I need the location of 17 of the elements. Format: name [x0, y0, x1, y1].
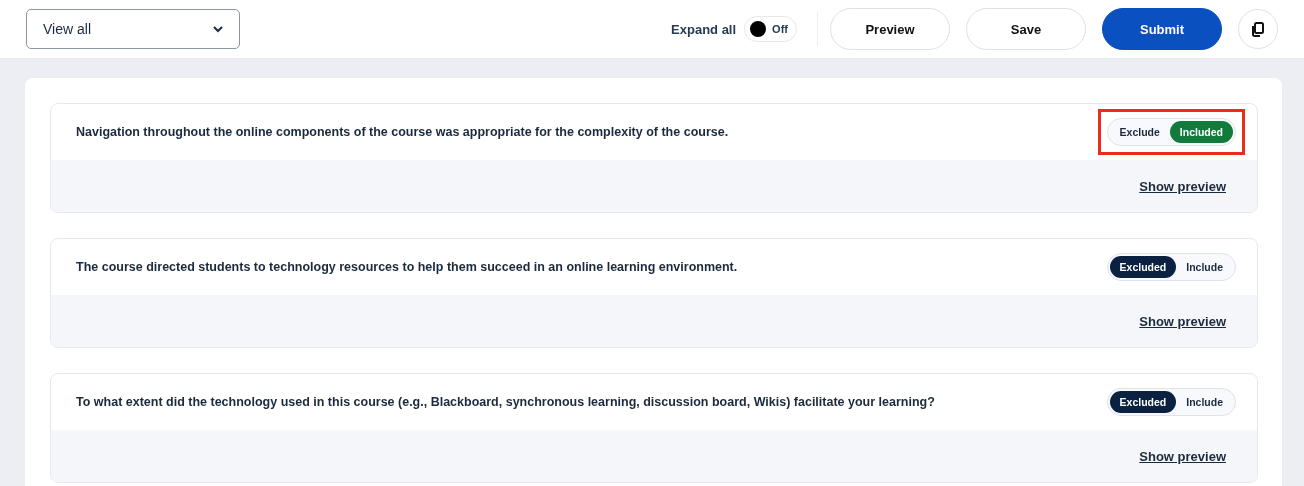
show-preview-link[interactable]: Show preview — [1139, 448, 1226, 464]
question-text: To what extent did the technology used in this course (e.g., Blackboard, synchronous learning, discussion board, Wikis) facilitate your learning? — [76, 395, 935, 409]
question-text: The course directed students to technology resources to help them succeed in an online learning environment. — [76, 260, 738, 274]
copy-icon — [1251, 21, 1265, 37]
show-preview-link[interactable]: Show preview — [1139, 178, 1226, 194]
include-toggle[interactable]: Exclude Included — [1106, 118, 1236, 146]
expand-all-label: Expand all — [671, 21, 737, 37]
view-filter-dropdown[interactable]: View all — [26, 9, 240, 49]
submit-button[interactable]: Submit — [1102, 8, 1222, 50]
toolbar-button[interactable]: Save — [966, 8, 1086, 50]
chevron-down-icon — [213, 25, 223, 33]
include-toggle[interactable]: Excluded Include — [1106, 253, 1236, 281]
include-toggle[interactable]: Excluded Include — [1106, 388, 1236, 416]
toolbar-button[interactable]: Preview — [830, 8, 950, 50]
copy-button[interactable] — [1238, 9, 1278, 49]
question-text: Navigation throughout the online components of the course was appropriate for the complexity of the course. — [76, 125, 729, 139]
show-preview-link[interactable]: Show preview — [1139, 313, 1226, 329]
